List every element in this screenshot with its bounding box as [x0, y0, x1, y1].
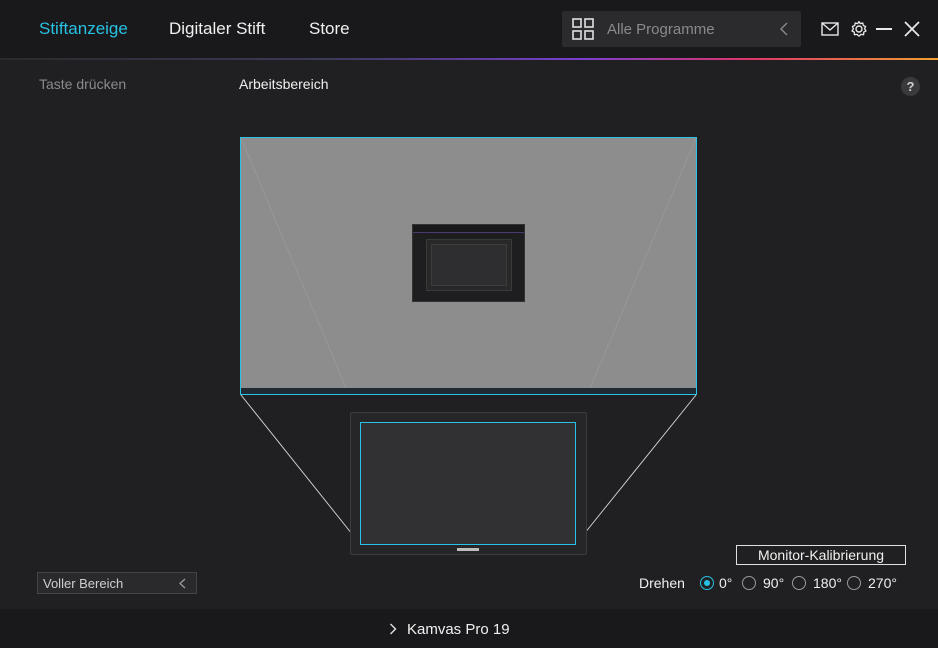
rotate-0-radio[interactable]: [700, 576, 714, 590]
rotate-180-radio[interactable]: [792, 576, 806, 590]
gear-icon[interactable]: [850, 20, 868, 38]
program-select-value: Alle Programme: [607, 21, 715, 38]
top-bar: Stiftanzeige Digitaler Stift Store Alle …: [0, 0, 938, 58]
minimize-icon[interactable]: [875, 20, 893, 38]
tablet-preview: [350, 412, 587, 555]
rotate-90-radio[interactable]: [742, 576, 756, 590]
tablet-active-area[interactable]: [360, 422, 576, 545]
mail-icon[interactable]: [821, 20, 839, 38]
rotate-0-label[interactable]: 0°: [719, 575, 732, 591]
device-bar[interactable]: Kamvas Pro 19: [0, 609, 938, 648]
header-divider: [0, 58, 938, 60]
tab-digitaler-stift[interactable]: Digitaler Stift: [169, 19, 265, 39]
press-key-label[interactable]: Taste drücken: [39, 76, 126, 92]
range-select-value: Voller Bereich: [43, 576, 124, 591]
monitor-preview[interactable]: [240, 137, 697, 395]
taskbar-thumbnail: [241, 388, 696, 394]
chevron-left-icon: [179, 578, 186, 589]
rotate-270-label[interactable]: 270°: [868, 575, 897, 591]
tablet-logo: [457, 548, 479, 551]
rotate-90-label[interactable]: 90°: [763, 575, 784, 591]
chevron-left-icon[interactable]: [779, 22, 789, 36]
close-icon[interactable]: [903, 20, 921, 38]
workarea-label: Arbeitsbereich: [239, 76, 329, 92]
rotate-180-label[interactable]: 180°: [813, 575, 842, 591]
range-select[interactable]: Voller Bereich: [37, 572, 197, 594]
rotate-270-radio[interactable]: [847, 576, 861, 590]
thumbnail-header: [413, 225, 524, 233]
device-name: Kamvas Pro 19: [407, 621, 510, 638]
help-icon[interactable]: ?: [901, 77, 920, 96]
tab-stiftanzeige[interactable]: Stiftanzeige: [39, 19, 128, 39]
program-select[interactable]: Alle Programme: [562, 11, 801, 47]
screen-thumbnail: [412, 224, 525, 302]
grid-icon: [572, 18, 594, 40]
thumbnail-content: [426, 239, 512, 291]
thumbnail-area: [431, 244, 507, 286]
monitor-calibration-button[interactable]: Monitor-Kalibrierung: [736, 545, 906, 565]
chevron-right-icon: [390, 623, 397, 635]
tab-store[interactable]: Store: [309, 19, 350, 39]
rotate-label: Drehen: [639, 575, 685, 591]
